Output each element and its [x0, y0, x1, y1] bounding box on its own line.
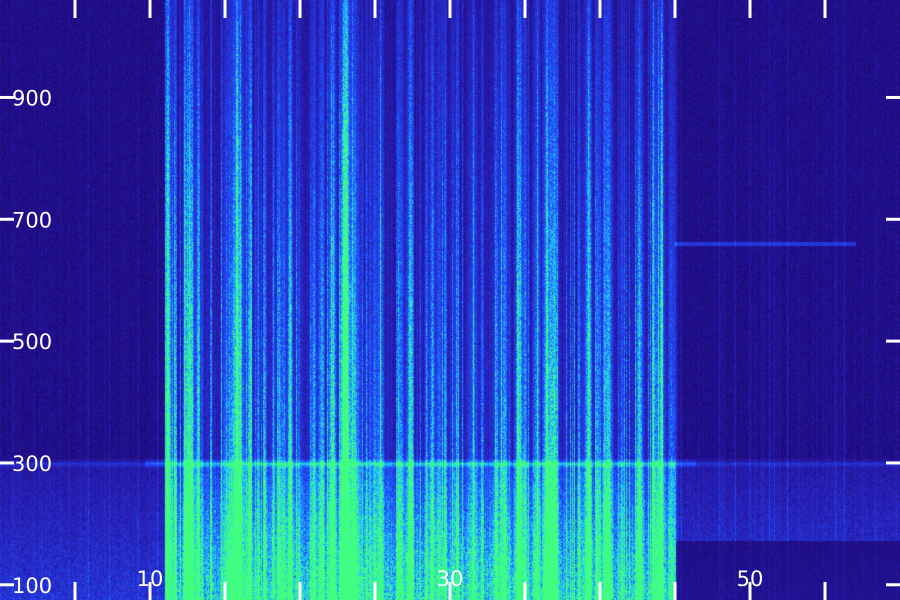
- x-tick-label: 30: [437, 567, 464, 591]
- y-ticks-right: [886, 95, 900, 587]
- y-tick-labels: 100 300 500 700 900: [12, 86, 52, 597]
- y-tick-label: 700: [12, 208, 52, 232]
- y-tick-label: 100: [12, 574, 52, 598]
- y-tick-label: 900: [12, 86, 52, 110]
- x-ticks-top: [73, 0, 827, 18]
- axes-overlay: 10 30 50 100 300 500 700 900: [0, 0, 900, 600]
- x-tick-label: 50: [737, 567, 764, 591]
- y-tick-label: 500: [12, 330, 52, 354]
- x-tick-label: 10: [137, 567, 164, 591]
- y-tick-label: 300: [12, 452, 52, 476]
- x-tick-labels: 10 30 50: [137, 567, 764, 591]
